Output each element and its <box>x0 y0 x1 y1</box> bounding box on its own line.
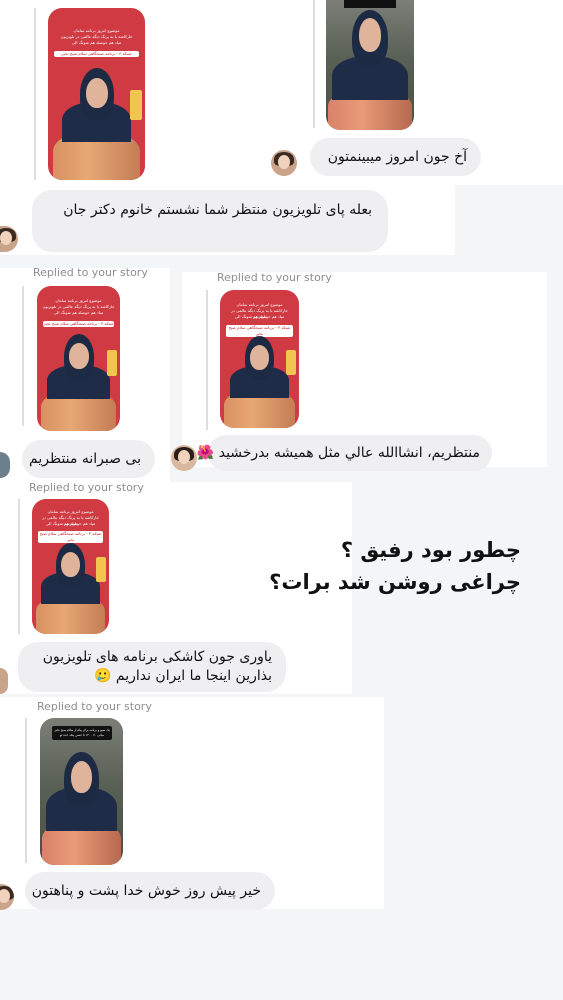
story-person <box>32 499 109 634</box>
reply-indicator-line <box>313 0 315 128</box>
story-thumbnail[interactable]: موضوع امروز برنامه سامان خاركاشه با به پ… <box>32 499 109 634</box>
replied-to-story-label: Replied to your story <box>33 266 148 279</box>
story-person <box>326 0 414 130</box>
sender-avatar[interactable] <box>171 445 197 471</box>
story-thumbnail[interactable]: موضوع امروز برنامه سامان خاركاشه با به پ… <box>48 8 145 180</box>
message-bubble: منتظریم، انشاالله عالي مثل همیشه بدرخشید… <box>197 435 492 471</box>
story-person <box>48 8 145 180</box>
replied-to-story-label: Replied to your story <box>29 481 144 494</box>
reply-indicator-line <box>206 290 208 430</box>
reply-indicator-line <box>18 499 20 634</box>
story-thumbnail[interactable]: موضوع امروز برنامه سامان خاركاشه با به پ… <box>220 290 299 428</box>
message-text: بی صبرانه منتظریم <box>29 451 141 467</box>
sender-avatar[interactable] <box>0 668 8 694</box>
message-text: منتظریم، انشاالله عالي مثل همیشه بدرخشید <box>218 445 480 461</box>
sender-avatar[interactable] <box>271 150 297 176</box>
story-thumbnail[interactable]: یک سیو و برنامه برای پیام از سلام صبح بخ… <box>40 718 123 865</box>
message-card-1 <box>0 0 300 188</box>
smiling-tear-emoji: 🥲 <box>93 668 112 684</box>
message-bubble: بعله پای تلویزیون منتظر شما نشستم خانوم … <box>32 190 388 252</box>
reply-indicator-line <box>25 718 27 863</box>
overlay-caption-line-2: چراغی روشن شد برات؟ <box>269 570 521 594</box>
overlay-caption-line-1: چطور بود رفیق ؟ <box>340 538 521 562</box>
story-person <box>40 718 123 865</box>
story-thumbnail[interactable]: موضوع امروز برنامه سامان خاركاشه با به پ… <box>37 286 120 431</box>
reply-indicator-line <box>34 8 36 183</box>
replied-to-story-label: Replied to your story <box>217 271 332 284</box>
message-bubble: خیر پیش روز خوش خدا پشت و پناهتون <box>25 872 275 910</box>
story-person <box>37 286 120 431</box>
reply-indicator-line <box>22 286 24 426</box>
message-bubble: آخ جون امروز میبینمتون <box>310 138 481 176</box>
message-bubble: یاوری جون کاشکی برنامه های تلویزیون بذار… <box>18 642 286 692</box>
message-text: آخ جون امروز میبینمتون <box>327 149 467 165</box>
message-text: خیر پیش روز خوش خدا پشت و پناهتون <box>31 883 261 899</box>
message-text: یاوری جون کاشکی برنامه های تلویزیون بذار… <box>42 649 272 684</box>
story-person <box>220 290 299 428</box>
message-text: بعله پای تلویزیون منتظر شما نشستم خانوم … <box>63 202 372 218</box>
replied-to-story-label: Replied to your story <box>37 700 152 713</box>
message-bubble: بی صبرانه منتظریم <box>22 440 155 478</box>
hibiscus-emoji: 🌺 <box>196 445 215 461</box>
story-thumbnail[interactable] <box>326 0 414 130</box>
